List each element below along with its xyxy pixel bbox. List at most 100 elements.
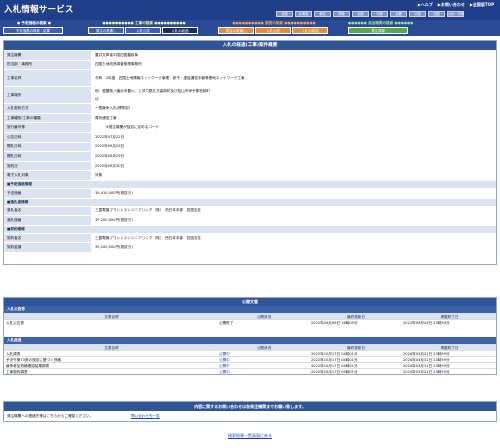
- row-value: 39,200,000円(税抜き): [95, 245, 133, 250]
- detail-row: 工事場所 他：愛媛県八幡浜市豊川、上浮穴郡久万高原町及び松山市伊予郡松前町 ほ: [4, 86, 496, 104]
- case-summary-title: 入札の経過(工事)案件概要: [4, 41, 496, 50]
- region-tab-kanto[interactable]: 関東: [333, 11, 350, 17]
- detail-row: 発注機関 豊井文庫省中国四国農政局: [4, 50, 496, 60]
- doc-status-link[interactable]: 公開中: [217, 369, 309, 374]
- national-top-link[interactable]: ▶全国版TOP: [470, 2, 494, 8]
- detail-row: 契約者名 三菱電機プラントエンジニアリング（株） 西日本本部 四国支社: [4, 232, 496, 243]
- public-documents-panel: 公開文書 入札公告等 文書名称 公開状況 最終更新日 掲載終了日 入札公告書 公…: [3, 297, 497, 375]
- top-links: ▶ヘルプ ▶お問い合わせ ▶全国版TOP: [418, 2, 494, 8]
- doc-end: 2024年03月31日 23時59分: [403, 357, 450, 362]
- row-label: 開札日時: [4, 152, 92, 161]
- row-value: 対象: [95, 173, 103, 178]
- nav-caption: ●●●●●● 自治機関の検索 ●●●●●●: [348, 21, 414, 25]
- help-link[interactable]: ▶ヘルプ: [418, 2, 433, 8]
- row-value: 2022年09月29日: [95, 153, 125, 158]
- detail-row: 落札者名 三菱電機プラントエンジニアリング（株） 西日本本部 四国支社: [4, 205, 496, 216]
- nav-caption: ● 予定価格の検索 ●: [17, 21, 51, 25]
- row-label: 公告日時: [4, 132, 92, 142]
- region-tab-kinki[interactable]: 近畿: [390, 11, 407, 17]
- tab-price-search[interactable]: 予定価格の検索・結果: [3, 27, 63, 34]
- col-status: 公開状況: [256, 345, 272, 350]
- doc-name: 工事契約調書: [6, 369, 28, 374]
- region-tab-kyushu[interactable]: 九州・沖縄: [447, 11, 464, 17]
- detail-row: 落札価格 39,200,000円(税抜き): [4, 215, 496, 225]
- region-tab-hokkaido[interactable]: 北海道: [295, 11, 312, 17]
- doc-name: 入札調書: [6, 351, 21, 356]
- tab-service-notice[interactable]: 入札公告: [255, 27, 291, 34]
- row-label: 旅行番号等: [4, 123, 92, 132]
- nav-group-service: ●●●●●●●●●● 業務の検索 ●●●●●●●●●● 発注の見通し 入札公告 …: [218, 21, 330, 35]
- row-value: ※発注機関が独自に定めるコード: [95, 125, 160, 130]
- tab-service-outlook[interactable]: 発注の見通し: [218, 27, 254, 34]
- row-label: 契約者名: [4, 233, 92, 243]
- row-label: 工事名称: [4, 70, 92, 87]
- contact-list-link[interactable]: 問い合わせ先一覧: [131, 414, 160, 419]
- detail-row: 公告日時 2022年07月22日: [4, 131, 496, 142]
- tab-service-progress[interactable]: 入札の経過: [292, 27, 328, 34]
- doc-status-link[interactable]: 公開中: [217, 351, 309, 356]
- contact-panel: 内容に関するお問い合わせは各発注機関までお願い致します。 発注機関への連絡先等は…: [3, 401, 497, 422]
- doc-status: 公開終了: [219, 320, 234, 325]
- doc-status-link[interactable]: 公開中: [217, 363, 309, 368]
- table-row: 予決令第73条の規定に基づく資格 公開中 2022年10月17日 04時01分 …: [4, 355, 496, 362]
- nav-group-construction: ●●●●●●●●●● 工事の検索 ●●●●●●●●●● 発注の見通し 入札公告 …: [88, 21, 200, 35]
- detail-row: 工事種別/工事の種類 電気通信工事: [4, 112, 496, 123]
- region-tab-chugoku[interactable]: 中国: [409, 11, 426, 17]
- region-tab-chubu[interactable]: 中部: [371, 11, 388, 17]
- panel-bottom-space: [4, 251, 496, 264]
- doc-updated: 2022年10月17日 04時01分: [311, 351, 358, 356]
- row-label: 工事場所: [4, 87, 92, 104]
- docs-table-header: 文書名称 公開状況 最終更新日 掲載終了日: [4, 343, 496, 350]
- tab-construction-progress[interactable]: 入札の経過: [162, 27, 198, 34]
- doc-name: 入札公告書: [6, 320, 24, 325]
- header-bar: 入札情報サービス ▶ヘルプ ▶お問い合わせ ▶全国版TOP 全国 北海道 東北 …: [0, 0, 500, 20]
- col-end: 掲載終了日: [440, 345, 459, 350]
- row-value: 2022年09月29日: [95, 144, 125, 149]
- tab-local-orders[interactable]: 発注情報: [348, 27, 408, 34]
- detail-row: 工事名称 令和 4年度 四国土地情報ネットワーク事業 新予・虚絵通信手動等基地ネ…: [4, 69, 496, 87]
- region-tab-national[interactable]: 全国: [276, 11, 293, 17]
- region-tab-hokuriku[interactable]: 北陸: [352, 11, 369, 17]
- row-value: 令和 4年度 四国土地情報ネットワーク事業 新予・虚絵通信手動等基地ネットワーク…: [95, 75, 245, 80]
- detail-row: 開札日時 2022年09月29日: [4, 151, 496, 161]
- row-value: 三菱電機プラントエンジニアリング（株） 西日本本部 四国支社: [95, 208, 202, 213]
- region-tab-shikoku[interactable]: 四国: [428, 11, 445, 17]
- detail-row: 担当部・事務所 四国土地改良調査管理事務所: [4, 59, 496, 70]
- contact-title: 内容に関するお問い合わせは各発注機関までお願い致します。: [4, 402, 496, 411]
- row-value: 一般競争入札(標準型): [95, 105, 131, 110]
- detail-row: 入札契約方式 一般競争入札(標準型): [4, 103, 496, 113]
- back-to-results-link[interactable]: 検索結果一覧画面に戻る: [228, 433, 272, 438]
- row-label: 電子入札対象: [4, 171, 92, 180]
- contact-label: 発注機関への連絡先等はこちらからご確認ください。: [7, 413, 94, 418]
- row-label: 発注機関: [4, 51, 92, 60]
- row-label: 落札価格: [4, 216, 92, 225]
- col-updated: 最終更新日: [347, 345, 365, 350]
- docs-section-notice: 入札公告等: [4, 305, 496, 313]
- contact-link[interactable]: ▶お問い合わせ: [438, 2, 465, 8]
- doc-end: 2024年03月31日 23時59分: [403, 363, 450, 368]
- doc-updated: 2022年09月06日 16時00分: [311, 320, 358, 325]
- detail-row: 旅行番号等 ※発注機関が独自に定めるコード: [4, 122, 496, 132]
- doc-updated: 2022年10月17日 04時01分: [311, 369, 358, 374]
- detail-row: 開札日時 2022年09月29日: [4, 141, 496, 152]
- row-label: 契約日: [4, 161, 92, 171]
- row-value: 三菱電機プラントエンジニアリング（株） 西日本本部 四国支社: [95, 235, 202, 240]
- row-value: 四国土地改良調査管理事務所: [95, 62, 142, 67]
- detail-row: 契約日 2022年09月30日: [4, 160, 496, 171]
- docs-section-progress: 入札経過: [4, 336, 496, 344]
- col-end: 掲載終了日: [440, 314, 459, 319]
- tab-construction-notice[interactable]: 入札公告: [125, 27, 161, 34]
- region-tab-tohoku[interactable]: 東北: [314, 11, 331, 17]
- app-title: 入札情報サービス: [4, 5, 74, 15]
- case-summary-panel: 入札の経過(工事)案件概要 発注機関 豊井文庫省中国四国農政局 担当部・事務所 …: [3, 40, 497, 265]
- doc-status-link[interactable]: 公開中: [217, 357, 309, 362]
- row-label: 開札日時: [4, 142, 92, 152]
- col-doc-name: 文書名称: [104, 345, 119, 350]
- detail-row: 予定価格 39,410,000円(税抜き): [4, 187, 496, 198]
- row-value: 2022年07月22日: [95, 134, 125, 139]
- docs-table-header: 文書名称 公開状況 最終更新日 掲載終了日: [4, 312, 496, 319]
- doc-name: 予決令第73条の規定に基づく資格: [6, 357, 61, 362]
- doc-name: 競争参加資格確認結果調書: [6, 363, 50, 368]
- tab-construction-outlook[interactable]: 発注の見通し: [88, 27, 124, 34]
- row-value: 39,200,000円(税抜き): [95, 217, 133, 222]
